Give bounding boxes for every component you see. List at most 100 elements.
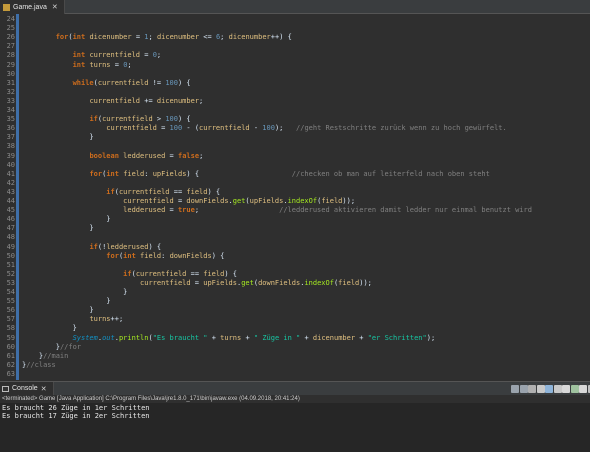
remove-all-icon[interactable] <box>528 385 536 393</box>
code-token: false <box>177 151 200 160</box>
code-token: downFields <box>186 197 229 205</box>
line-number: 37 <box>6 133 15 142</box>
code-token: + <box>355 333 368 342</box>
code-token: : <box>161 251 170 260</box>
java-file-icon <box>3 3 10 11</box>
console-output[interactable]: Es braucht 26 Züge in 1er Schritten Es br… <box>0 403 590 452</box>
code-line: if(!ledderused) { <box>22 243 161 252</box>
code-token: currentfield <box>89 51 141 60</box>
code-token: turns <box>89 315 111 324</box>
code-token: 100 <box>262 124 275 133</box>
code-editor[interactable]: 24 25 26 27 28 29 30 31 32 33 34 35 36 37 38 39 40 41 42 43… <box>0 14 590 380</box>
code-token: <= <box>199 33 216 42</box>
code-token: get <box>241 278 254 287</box>
code-line: }//for <box>22 343 81 352</box>
code-token: = <box>110 60 124 69</box>
terminate-icon[interactable] <box>511 385 519 393</box>
line-number: 60 <box>6 342 15 351</box>
line-number: 45 <box>6 206 15 215</box>
line-number-gutter: 24 25 26 27 28 29 30 31 32 33 34 35 36 37 38 39 40 41 42 43… <box>0 14 16 380</box>
code-token: downFields <box>169 251 212 260</box>
display-console-icon[interactable] <box>570 385 579 393</box>
line-number: 39 <box>6 151 15 160</box>
code-token: } <box>22 324 77 333</box>
code-token: ); <box>274 124 297 133</box>
line-number: 28 <box>6 51 15 60</box>
code-token: } <box>22 306 94 315</box>
code-token: dicenumber <box>156 96 200 105</box>
line-number: 29 <box>6 60 15 69</box>
code-line: if(currentfield == field) { <box>22 270 237 279</box>
line-number: 25 <box>6 24 15 33</box>
code-token: if <box>89 115 98 124</box>
code-line: System.out.println("Es braucht " + turns… <box>22 333 436 343</box>
code-line: int currentfield = 0; <box>22 51 162 60</box>
scroll-lock-icon[interactable] <box>545 385 553 393</box>
code-token: currentfield <box>199 124 250 133</box>
word-wrap-icon[interactable] <box>553 385 562 393</box>
code-token: = <box>156 124 170 133</box>
code-token: ; <box>199 96 204 105</box>
line-number: 49 <box>6 242 15 251</box>
line-number: 24 <box>6 15 15 23</box>
editor-tab-game-java[interactable]: Game.java ✕ <box>0 0 65 14</box>
line-number: 46 <box>6 215 15 224</box>
code-token: currentfield <box>140 278 191 287</box>
code-token: if <box>89 242 98 251</box>
code-token: currentfield <box>118 187 170 196</box>
code-token: ) { <box>211 251 225 260</box>
code-token: for <box>89 169 103 178</box>
line-number: 56 <box>6 306 15 315</box>
code-token: upFields <box>249 197 284 205</box>
line-number: 53 <box>6 278 15 287</box>
code-token: currentfield <box>106 124 157 133</box>
line-number: 32 <box>6 87 15 96</box>
line-number: 30 <box>6 69 15 78</box>
clear-console-icon[interactable] <box>536 385 545 393</box>
line-number: 35 <box>6 115 15 124</box>
code-token: boolean <box>89 151 119 160</box>
code-token: "er Schritten" <box>367 333 427 342</box>
code-token: : <box>144 169 153 178</box>
code-line: } <box>22 324 77 333</box>
line-number: 61 <box>6 351 15 360</box>
close-icon[interactable]: ✕ <box>41 385 47 393</box>
code-token: if <box>106 187 115 196</box>
code-token: == <box>186 269 204 278</box>
editor-tab-bar: Game.java ✕ <box>0 0 590 14</box>
open-console-icon[interactable] <box>579 385 587 393</box>
line-number: 43 <box>6 187 15 196</box>
console-tab-bar: Console ✕ <box>0 381 590 395</box>
code-token: " Züge in " <box>253 333 301 342</box>
code-token: } <box>22 342 60 351</box>
code-line: currentfield += dicenumber; <box>22 97 203 106</box>
console-status-line: <terminated> Game [Java Application] C:\… <box>0 395 590 403</box>
close-icon[interactable]: ✕ <box>52 3 58 11</box>
console-tab[interactable]: Console ✕ <box>0 382 54 395</box>
remove-launch-icon[interactable] <box>519 385 528 393</box>
code-token: ledderused <box>123 151 166 160</box>
code-token: currentfield <box>123 197 174 205</box>
code-token: currentfield <box>102 115 153 124</box>
code-token: if <box>123 269 132 278</box>
code-token: } <box>22 215 111 224</box>
code-token: ; <box>199 151 204 160</box>
code-token: //checken ob man auf leiterfeld nach obe… <box>291 169 490 178</box>
code-token: ) { <box>207 187 221 196</box>
code-token: upFields <box>203 278 237 287</box>
code-line: } <box>22 288 127 297</box>
code-area[interactable]: for(int dicenumber = 1; dicenumber <= 6;… <box>19 14 590 380</box>
code-line: ledderused = true; //ledderused aktivier… <box>22 206 532 215</box>
code-token: currentfield <box>89 96 141 105</box>
code-token: field <box>338 278 360 287</box>
code-token: ; <box>148 33 157 42</box>
editor-tab-label: Game.java <box>13 3 47 11</box>
line-number: 59 <box>6 333 15 342</box>
code-line: } <box>22 306 94 315</box>
pin-console-icon[interactable] <box>562 385 570 393</box>
